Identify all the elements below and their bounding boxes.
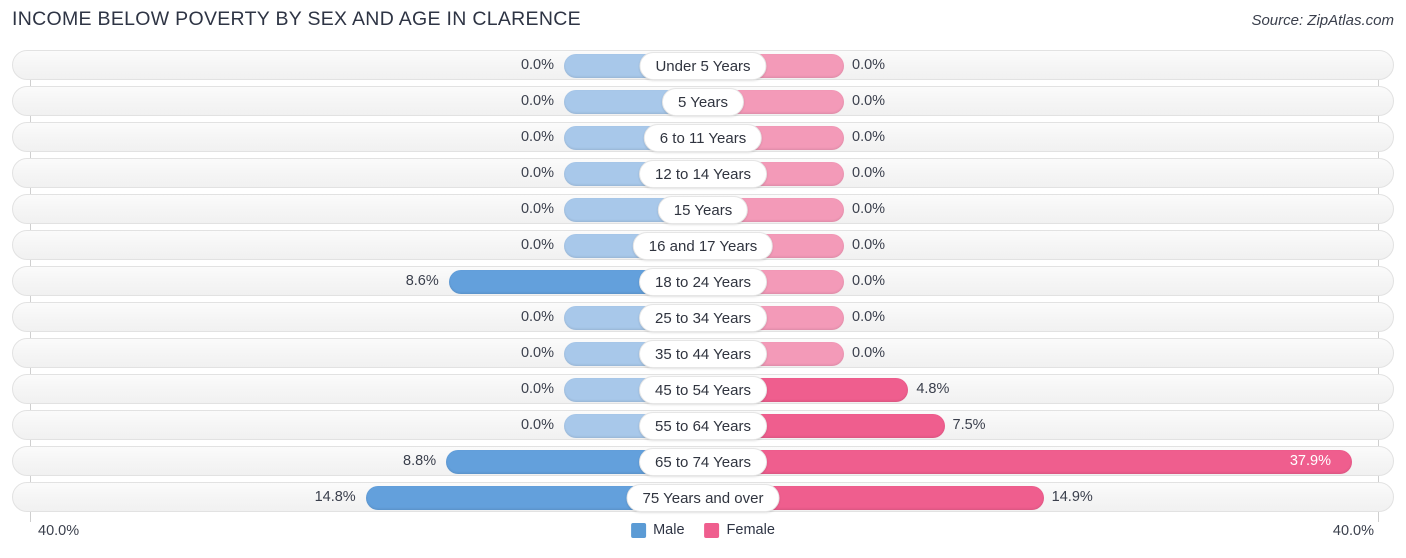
value-label-female: 14.9%: [1051, 489, 1093, 505]
value-label-female: 0.0%: [852, 237, 886, 253]
page-title: INCOME BELOW POVERTY BY SEX AND AGE IN C…: [12, 8, 581, 30]
value-label-male: 0.0%: [520, 57, 554, 73]
chart-row: 14.8% 14.9% 75 Years and over: [12, 482, 1394, 512]
chart-row: 0.0% 4.8% 45 to 54 Years: [12, 374, 1394, 404]
value-label-female: 0.0%: [852, 345, 886, 361]
category-label: 16 and 17 Years: [632, 232, 774, 260]
value-label-female: 0.0%: [852, 273, 886, 289]
chart-plot-area: 0.0% 0.0% Under 5 Years 0.0% 0.0% 5 Years 0.0%…: [0, 50, 1406, 522]
value-label-male: 8.6%: [405, 273, 439, 289]
value-label-female: 0.0%: [852, 309, 886, 325]
chart-legend: Male Female: [631, 522, 775, 538]
value-label-male: 0.0%: [520, 93, 554, 109]
chart-row: 0.0% 0.0% 16 and 17 Years: [12, 230, 1394, 260]
category-label: 65 to 74 Years: [639, 448, 767, 476]
value-label-male: 0.0%: [520, 381, 554, 397]
category-label: 35 to 44 Years: [639, 340, 767, 368]
legend-label-female: Female: [726, 522, 775, 538]
chart-row: 0.0% 0.0% 35 to 44 Years: [12, 338, 1394, 368]
value-label-male: 0.0%: [520, 345, 554, 361]
chart-row: 0.0% 7.5% 55 to 64 Years: [12, 410, 1394, 440]
value-label-male: 0.0%: [520, 165, 554, 181]
value-label-male: 14.8%: [314, 489, 356, 505]
chart-row: 0.0% 0.0% 12 to 14 Years: [12, 158, 1394, 188]
chart-row: 0.0% 0.0% Under 5 Years: [12, 50, 1394, 80]
value-label-female: 0.0%: [852, 93, 886, 109]
value-label-male: 0.0%: [520, 417, 554, 433]
category-label: 25 to 34 Years: [639, 304, 767, 332]
chart-footer: 40.0% 40.0% Male Female: [0, 518, 1406, 558]
value-label-male: 0.0%: [520, 201, 554, 217]
value-label-male: 0.0%: [520, 309, 554, 325]
bar-female[interactable]: [704, 450, 1352, 474]
value-label-female: 0.0%: [852, 165, 886, 181]
chart-row: 8.8% 37.9% 65 to 74 Years: [12, 446, 1394, 476]
chart-row: 0.0% 0.0% 25 to 34 Years: [12, 302, 1394, 332]
value-label-female: 7.5%: [952, 417, 986, 433]
value-label-female: 0.0%: [852, 57, 886, 73]
category-label: 12 to 14 Years: [639, 160, 767, 188]
value-label-female: 37.9%: [1289, 453, 1331, 469]
category-label: 15 Years: [657, 196, 749, 224]
source-attribution: Source: ZipAtlas.com: [1251, 12, 1394, 29]
category-label: 5 Years: [661, 88, 745, 116]
axis-tick-left: 40.0%: [38, 523, 80, 539]
category-label: 18 to 24 Years: [639, 268, 767, 296]
value-label-female: 4.8%: [916, 381, 950, 397]
value-label-female: 0.0%: [852, 129, 886, 145]
legend-item-male[interactable]: Male: [631, 522, 685, 538]
chart-row: 8.6% 0.0% 18 to 24 Years: [12, 266, 1394, 296]
value-label-female: 0.0%: [852, 201, 886, 217]
category-label: Under 5 Years: [639, 52, 767, 80]
category-label: 6 to 11 Years: [643, 124, 763, 152]
chart-row: 0.0% 0.0% 6 to 11 Years: [12, 122, 1394, 152]
axis-tick-right: 40.0%: [1332, 523, 1374, 539]
value-label-male: 0.0%: [520, 237, 554, 253]
value-label-male: 0.0%: [520, 129, 554, 145]
chart-row: 0.0% 0.0% 15 Years: [12, 194, 1394, 224]
value-label-male: 8.8%: [403, 453, 437, 469]
legend-swatch-male: [631, 522, 647, 538]
category-label: 45 to 54 Years: [639, 376, 767, 404]
category-label: 75 Years and over: [626, 484, 780, 512]
legend-swatch-female: [704, 522, 720, 538]
legend-item-female[interactable]: Female: [704, 522, 775, 538]
chart-page: INCOME BELOW POVERTY BY SEX AND AGE IN C…: [0, 0, 1406, 558]
chart-row: 0.0% 0.0% 5 Years: [12, 86, 1394, 116]
category-label: 55 to 64 Years: [639, 412, 767, 440]
legend-label-male: Male: [653, 522, 685, 538]
